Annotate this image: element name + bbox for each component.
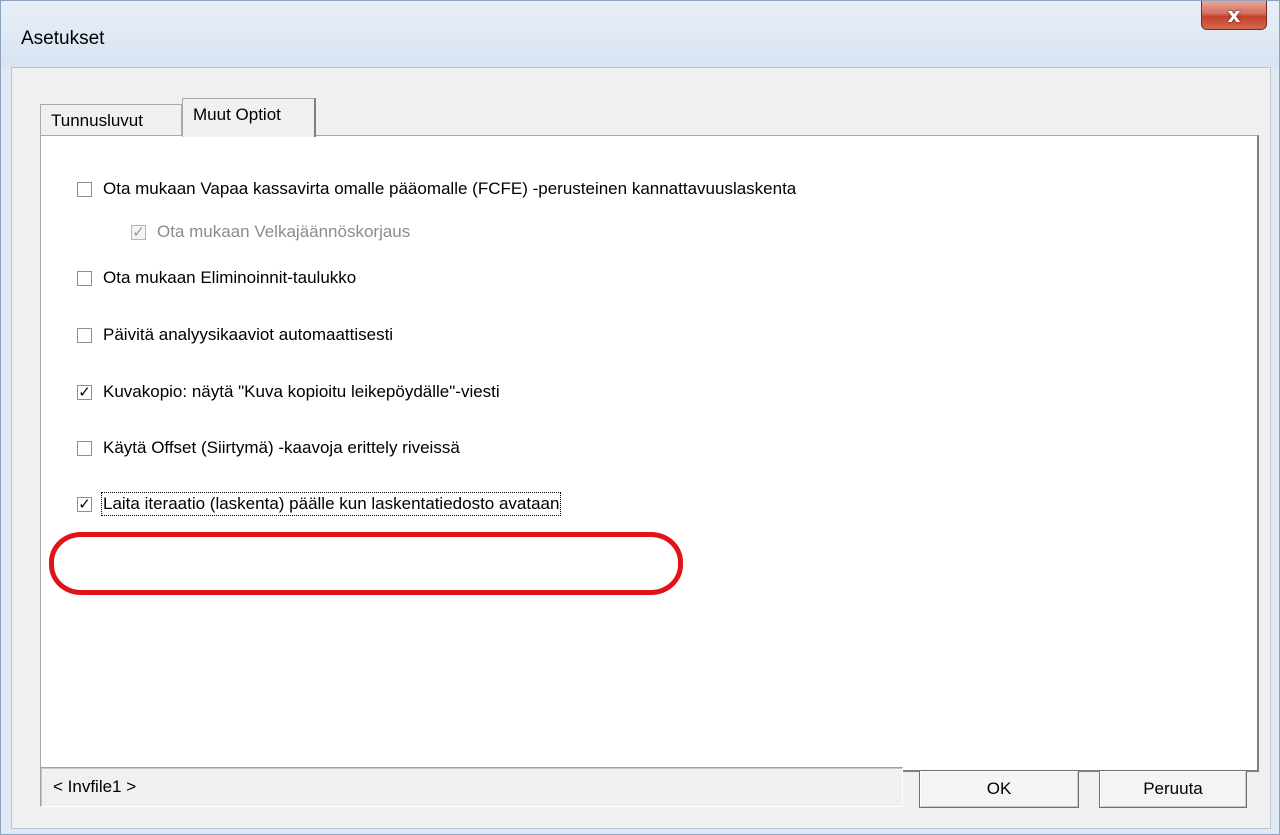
highlight-ring [49, 532, 683, 595]
option-label: Käytä Offset (Siirtymä) -kaavoja erittel… [103, 438, 460, 457]
kuvakopio-checkbox[interactable]: ✓ [77, 384, 92, 400]
option-label: Ota mukaan Eliminoinnit-taulukko [103, 268, 357, 287]
option-offset[interactable]: Käytä Offset (Siirtymä) -kaavoja erittel… [77, 438, 460, 458]
paivita-kaaviot-checkbox[interactable] [77, 327, 92, 343]
option-kuvakopio[interactable]: ✓ Kuvakopio: näytä "Kuva kopioitu leikep… [77, 382, 500, 402]
option-paivita-kaaviot[interactable]: Päivitä analyysikaaviot automaattisesti [77, 325, 393, 345]
dialog-body: Tunnusluvut Muut Optiot Ota mukaan Vapaa… [11, 67, 1271, 829]
tab-tunnusluvut[interactable]: Tunnusluvut [40, 104, 182, 136]
title-bar: Asetukset x [1, 1, 1279, 67]
option-iteraatio[interactable]: ✓ Laita iteraatio (laskenta) päälle kun … [77, 492, 562, 516]
option-fcfe[interactable]: Ota mukaan Vapaa kassavirta omalle pääom… [77, 179, 796, 199]
options-panel: Ota mukaan Vapaa kassavirta omalle pääom… [40, 135, 1259, 772]
cancel-button[interactable]: Peruuta [1099, 770, 1247, 808]
velkajaannoskorjaus-checkbox: ✓ [131, 222, 146, 241]
close-button[interactable]: x [1201, 1, 1267, 30]
option-velkajaannoskorjaus: ✓ Ota mukaan Velkajäännöskorjaus [131, 222, 410, 242]
iteraatio-checkbox[interactable]: ✓ [77, 496, 92, 512]
status-field: < Invfile1 > [40, 767, 903, 807]
fcfe-checkbox[interactable] [77, 181, 92, 197]
option-label: Laita iteraatio (laskenta) päälle kun la… [100, 492, 562, 516]
option-label: Ota mukaan Vapaa kassavirta omalle pääom… [103, 179, 797, 198]
dialog-window: Asetukset x Tunnusluvut Muut Optiot Ota … [0, 0, 1280, 835]
eliminoinnit-checkbox[interactable] [77, 270, 92, 286]
close-icon: x [1227, 3, 1241, 27]
option-eliminoinnit[interactable]: Ota mukaan Eliminoinnit-taulukko [77, 268, 356, 288]
tab-muut-optiot[interactable]: Muut Optiot [182, 98, 316, 137]
window-title: Asetukset [21, 28, 105, 49]
offset-checkbox[interactable] [77, 440, 92, 456]
ok-button[interactable]: OK [919, 770, 1079, 808]
option-label: Ota mukaan Velkajäännöskorjaus [157, 222, 411, 241]
option-label: Päivitä analyysikaaviot automaattisesti [103, 325, 394, 344]
option-label: Kuvakopio: näytä "Kuva kopioitu leikepöy… [103, 382, 500, 401]
